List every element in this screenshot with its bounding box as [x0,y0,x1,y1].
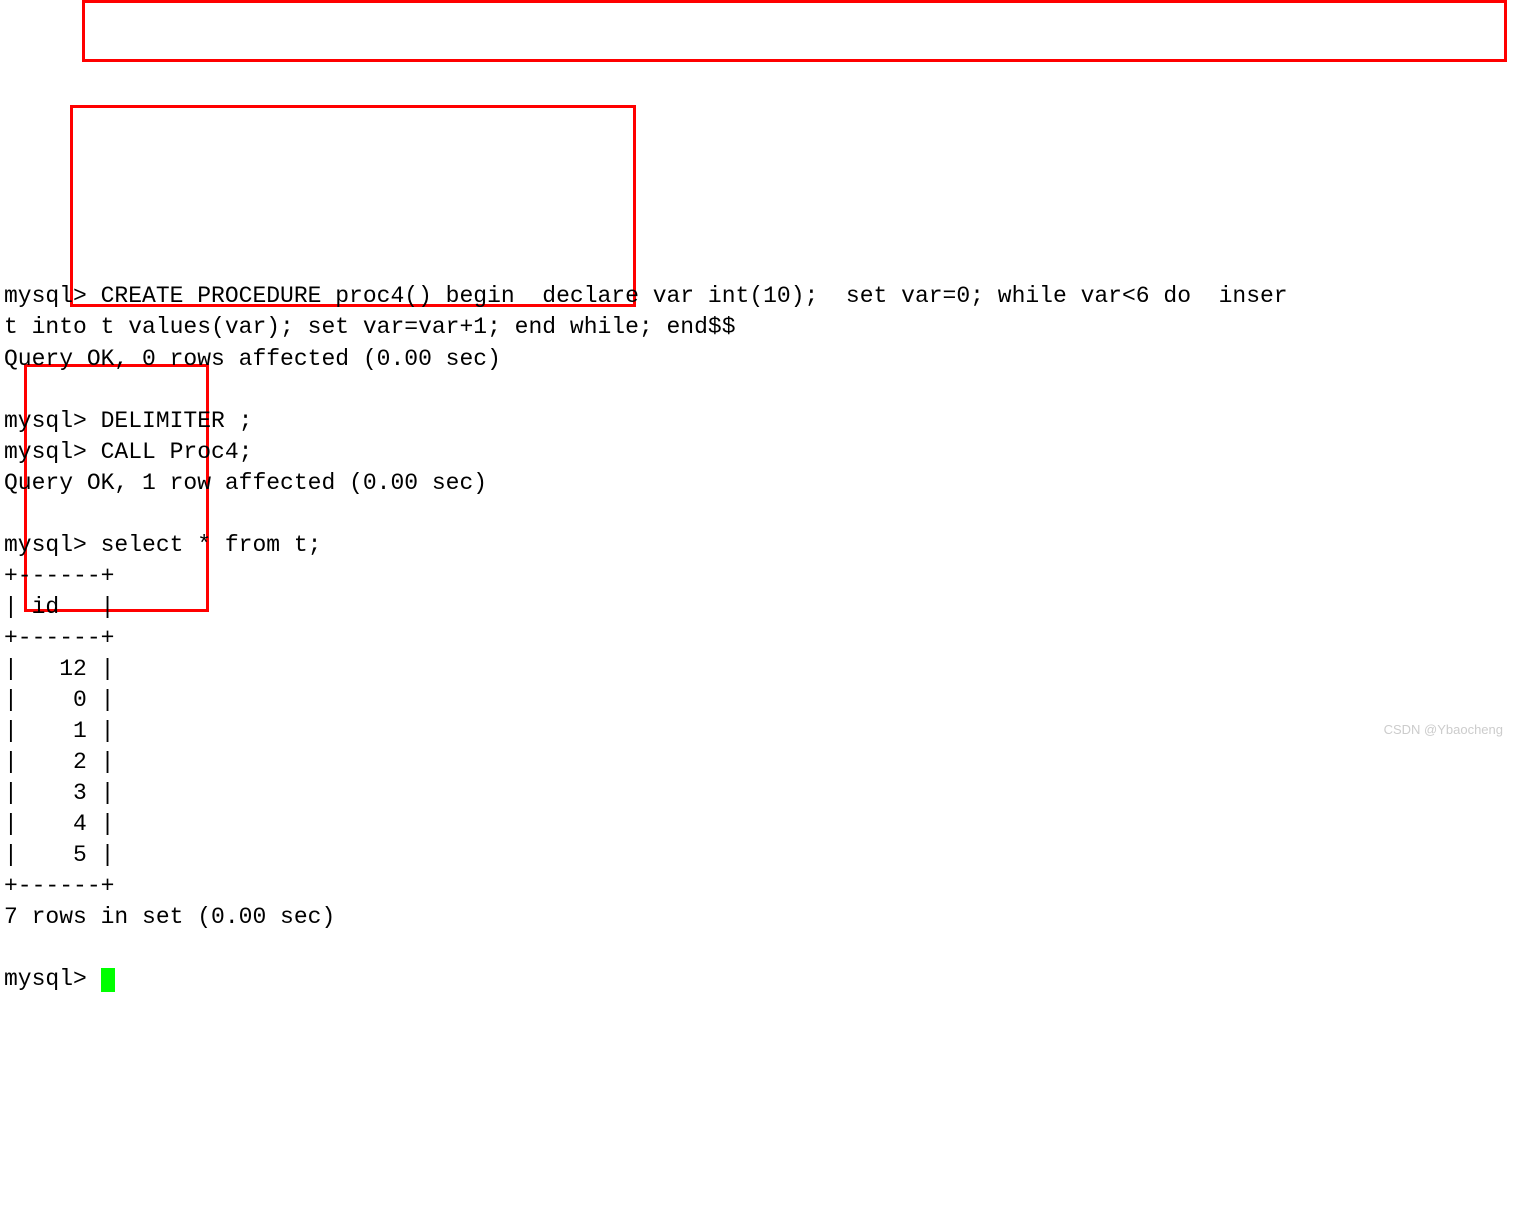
terminal-line: | id | [4,594,114,620]
cursor-icon [101,968,115,992]
watermark-text: CSDN @Ybaocheng [1384,721,1503,739]
terminal-line: | 12 | [4,656,114,682]
terminal-line: | 3 | [4,780,114,806]
terminal-line: | 5 | [4,842,114,868]
terminal-line: t into t values(var); set var=var+1; end… [4,314,736,340]
terminal-line: +------+ [4,563,114,589]
highlight-box-create-procedure [82,0,1507,62]
terminal-line: 7 rows in set (0.00 sec) [4,904,335,930]
terminal-prompt[interactable]: mysql> [4,966,101,992]
terminal-line: | 1 | [4,718,114,744]
terminal-line: | 4 | [4,811,114,837]
terminal-output: mysql> CREATE PROCEDURE proc4() begin de… [4,250,1509,995]
terminal-line: mysql> CALL Proc4; [4,439,252,465]
terminal-line: mysql> CREATE PROCEDURE proc4() begin de… [4,283,1288,309]
terminal-line: Query OK, 0 rows affected (0.00 sec) [4,346,501,372]
terminal-line: Query OK, 1 row affected (0.00 sec) [4,470,487,496]
terminal-line: | 2 | [4,749,114,775]
terminal-line: mysql> DELIMITER ; [4,408,252,434]
terminal-line: +------+ [4,625,114,651]
terminal-line: | 0 | [4,687,114,713]
terminal-line: mysql> select * from t; [4,532,321,558]
terminal-line: +------+ [4,873,114,899]
